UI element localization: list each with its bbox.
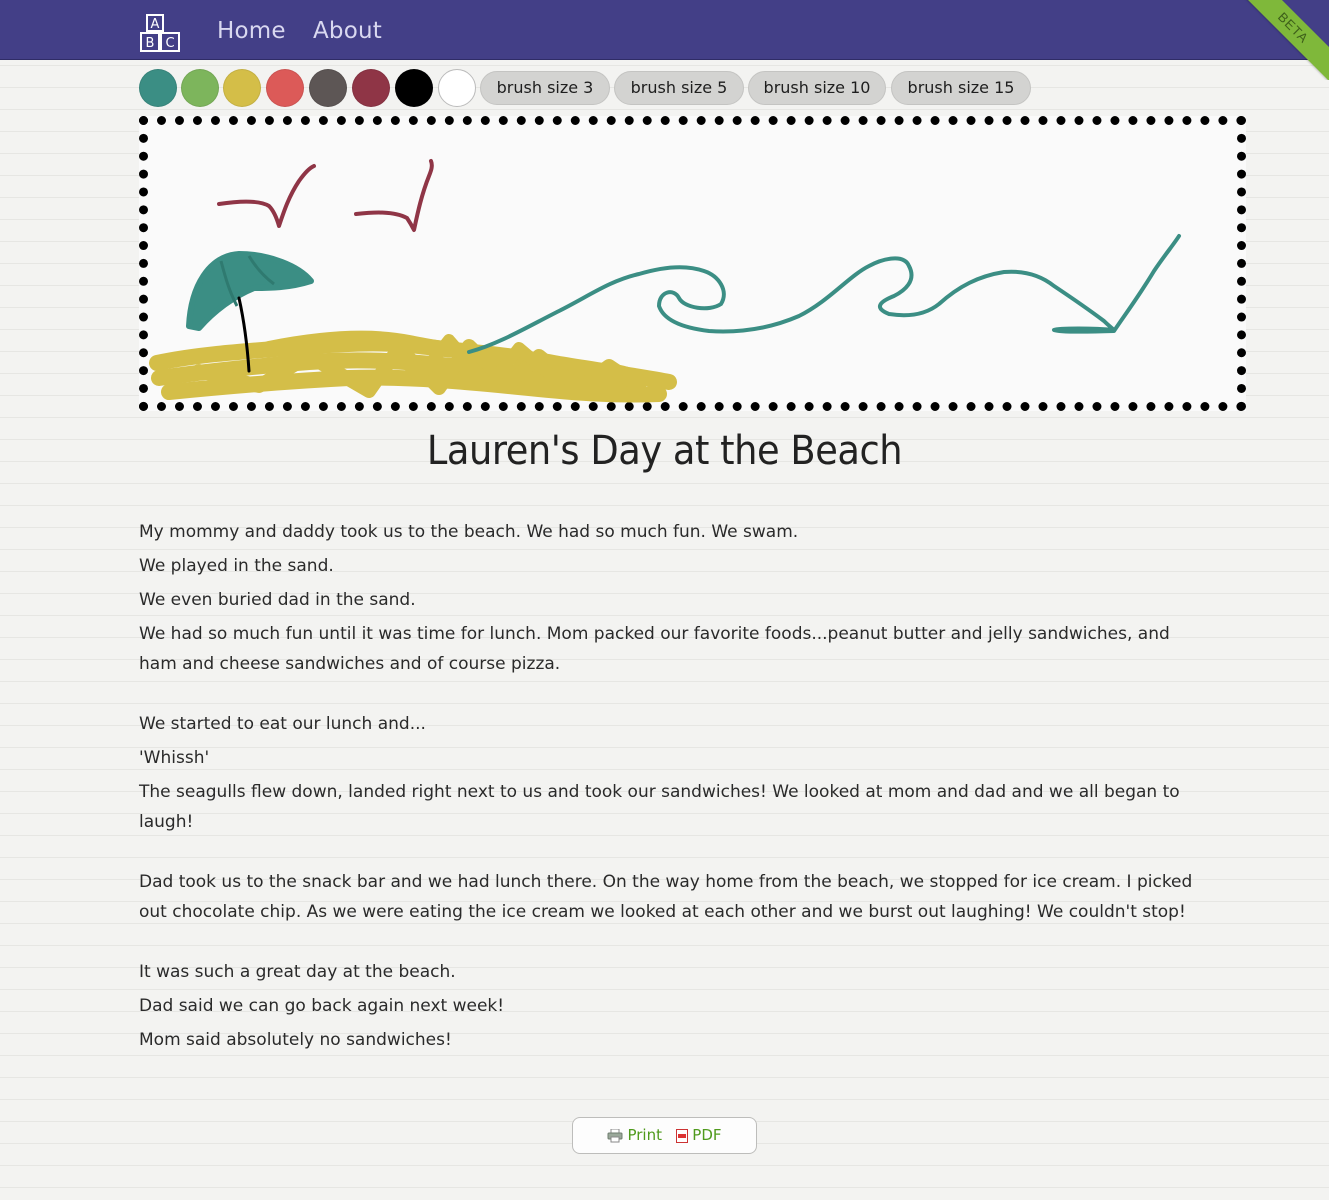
story-paragraph: Dad took us to the snack bar and we had … <box>139 872 1193 922</box>
color-swatch-red[interactable] <box>266 69 304 107</box>
svg-text:C: C <box>165 36 174 51</box>
story-paragraph: We started to eat our lunch and... <box>139 714 426 734</box>
story-title: Lauren's Day at the Beach <box>426 428 903 474</box>
color-swatch-black[interactable] <box>395 69 433 107</box>
brush-size-10-button[interactable]: brush size 10 <box>748 71 886 105</box>
sand-drawing <box>149 330 677 403</box>
color-swatch-teal[interactable] <box>139 69 177 107</box>
brush-size-3-button[interactable]: brush size 3 <box>480 71 610 105</box>
abc-blocks-logo[interactable]: A B C <box>139 13 189 53</box>
printer-icon <box>607 1128 623 1142</box>
svg-text:B: B <box>146 36 155 51</box>
story-paragraph: We played in the sand. <box>139 556 334 576</box>
nav-home-link[interactable]: Home <box>217 18 286 44</box>
story-paragraph: It was such a great day at the beach. <box>139 962 456 982</box>
color-swatch-green[interactable] <box>181 69 219 107</box>
navbar: A B C Home About <box>0 0 1329 60</box>
color-swatch-white[interactable] <box>438 69 476 107</box>
pdf-link[interactable]: PDF <box>692 1126 721 1144</box>
beta-ribbon-container: BETA <box>1239 0 1329 80</box>
color-swatch-yellow[interactable] <box>223 69 261 107</box>
seagulls-drawing <box>217 159 434 232</box>
drawing-strokes <box>149 159 1181 403</box>
story-body: My mommy and daddy took us to the beach.… <box>139 517 1199 1059</box>
nav-about-link[interactable]: About <box>313 18 382 44</box>
color-swatch-gray[interactable] <box>309 69 347 107</box>
brush-size-5-button[interactable]: brush size 5 <box>614 71 744 105</box>
waves-drawing <box>467 234 1181 354</box>
pdf-icon <box>676 1128 689 1143</box>
story-paragraph: We had so much fun until it was time for… <box>139 624 1170 674</box>
svg-text:A: A <box>151 17 160 32</box>
story-paragraph: Mom said absolutely no sandwiches! <box>139 1030 452 1050</box>
story-paragraph: We even buried dad in the sand. <box>139 590 416 610</box>
story-paragraph: My mommy and daddy took us to the beach.… <box>139 522 799 542</box>
story-paragraph: 'Whissh' <box>139 748 210 768</box>
story-paragraph: Dad said we can go back again next week! <box>139 996 505 1016</box>
color-swatch-maroon[interactable] <box>352 69 390 107</box>
export-box: Print PDF <box>572 1117 757 1154</box>
beta-ribbon: BETA <box>1239 0 1329 80</box>
print-link[interactable]: Print <box>627 1126 662 1144</box>
story-paragraph: The seagulls flew down, landed right nex… <box>139 782 1180 832</box>
drawing-canvas[interactable] <box>139 116 1246 411</box>
brush-size-15-button[interactable]: brush size 15 <box>891 71 1031 105</box>
